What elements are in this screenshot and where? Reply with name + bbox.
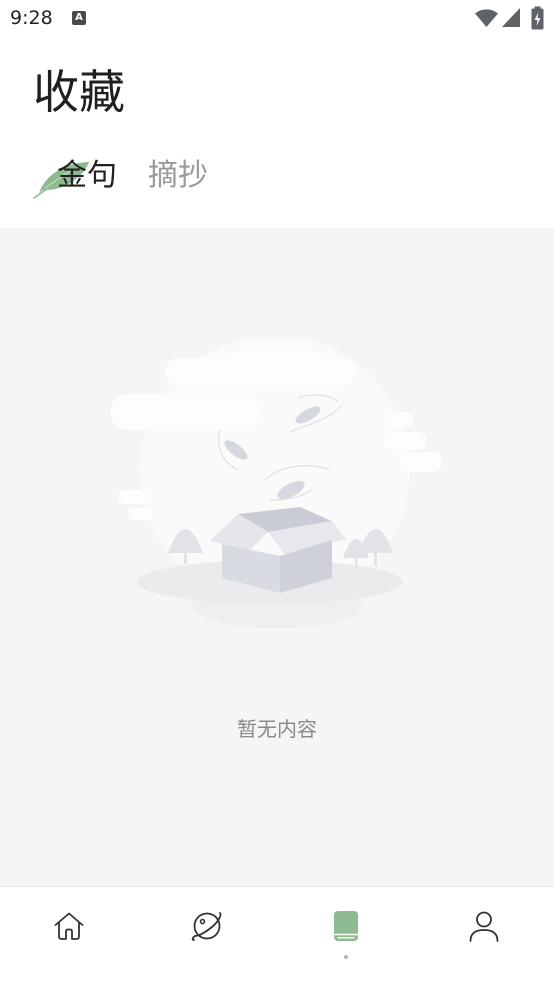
nav-home[interactable] bbox=[39, 904, 99, 948]
nav-collection[interactable] bbox=[316, 904, 376, 948]
battery-charging-icon bbox=[531, 6, 544, 30]
a-icon-letter: A bbox=[75, 12, 83, 23]
bottom-nav bbox=[0, 886, 554, 984]
home-icon bbox=[54, 912, 84, 940]
book-icon bbox=[334, 911, 358, 941]
status-time: 9:28 bbox=[10, 7, 53, 29]
planet-icon bbox=[191, 912, 222, 941]
tab-quotes[interactable]: 金句 bbox=[57, 156, 117, 196]
empty-state-message: 暂无内容 bbox=[237, 717, 317, 741]
wifi-icon bbox=[475, 9, 498, 27]
status-bar: 9:28 A bbox=[0, 0, 554, 36]
signal-icon bbox=[502, 8, 520, 27]
tab-excerpts[interactable]: 摘抄 bbox=[148, 156, 208, 196]
empty-box-illustration bbox=[110, 340, 442, 628]
nav-discover[interactable] bbox=[177, 904, 237, 948]
user-icon bbox=[469, 911, 499, 942]
a-icon: A bbox=[72, 11, 86, 25]
nav-profile[interactable] bbox=[454, 904, 514, 948]
active-indicator-dot bbox=[344, 955, 348, 959]
tab-bar: 金句 摘抄 bbox=[0, 152, 554, 200]
page-title: 收藏 bbox=[33, 65, 125, 119]
